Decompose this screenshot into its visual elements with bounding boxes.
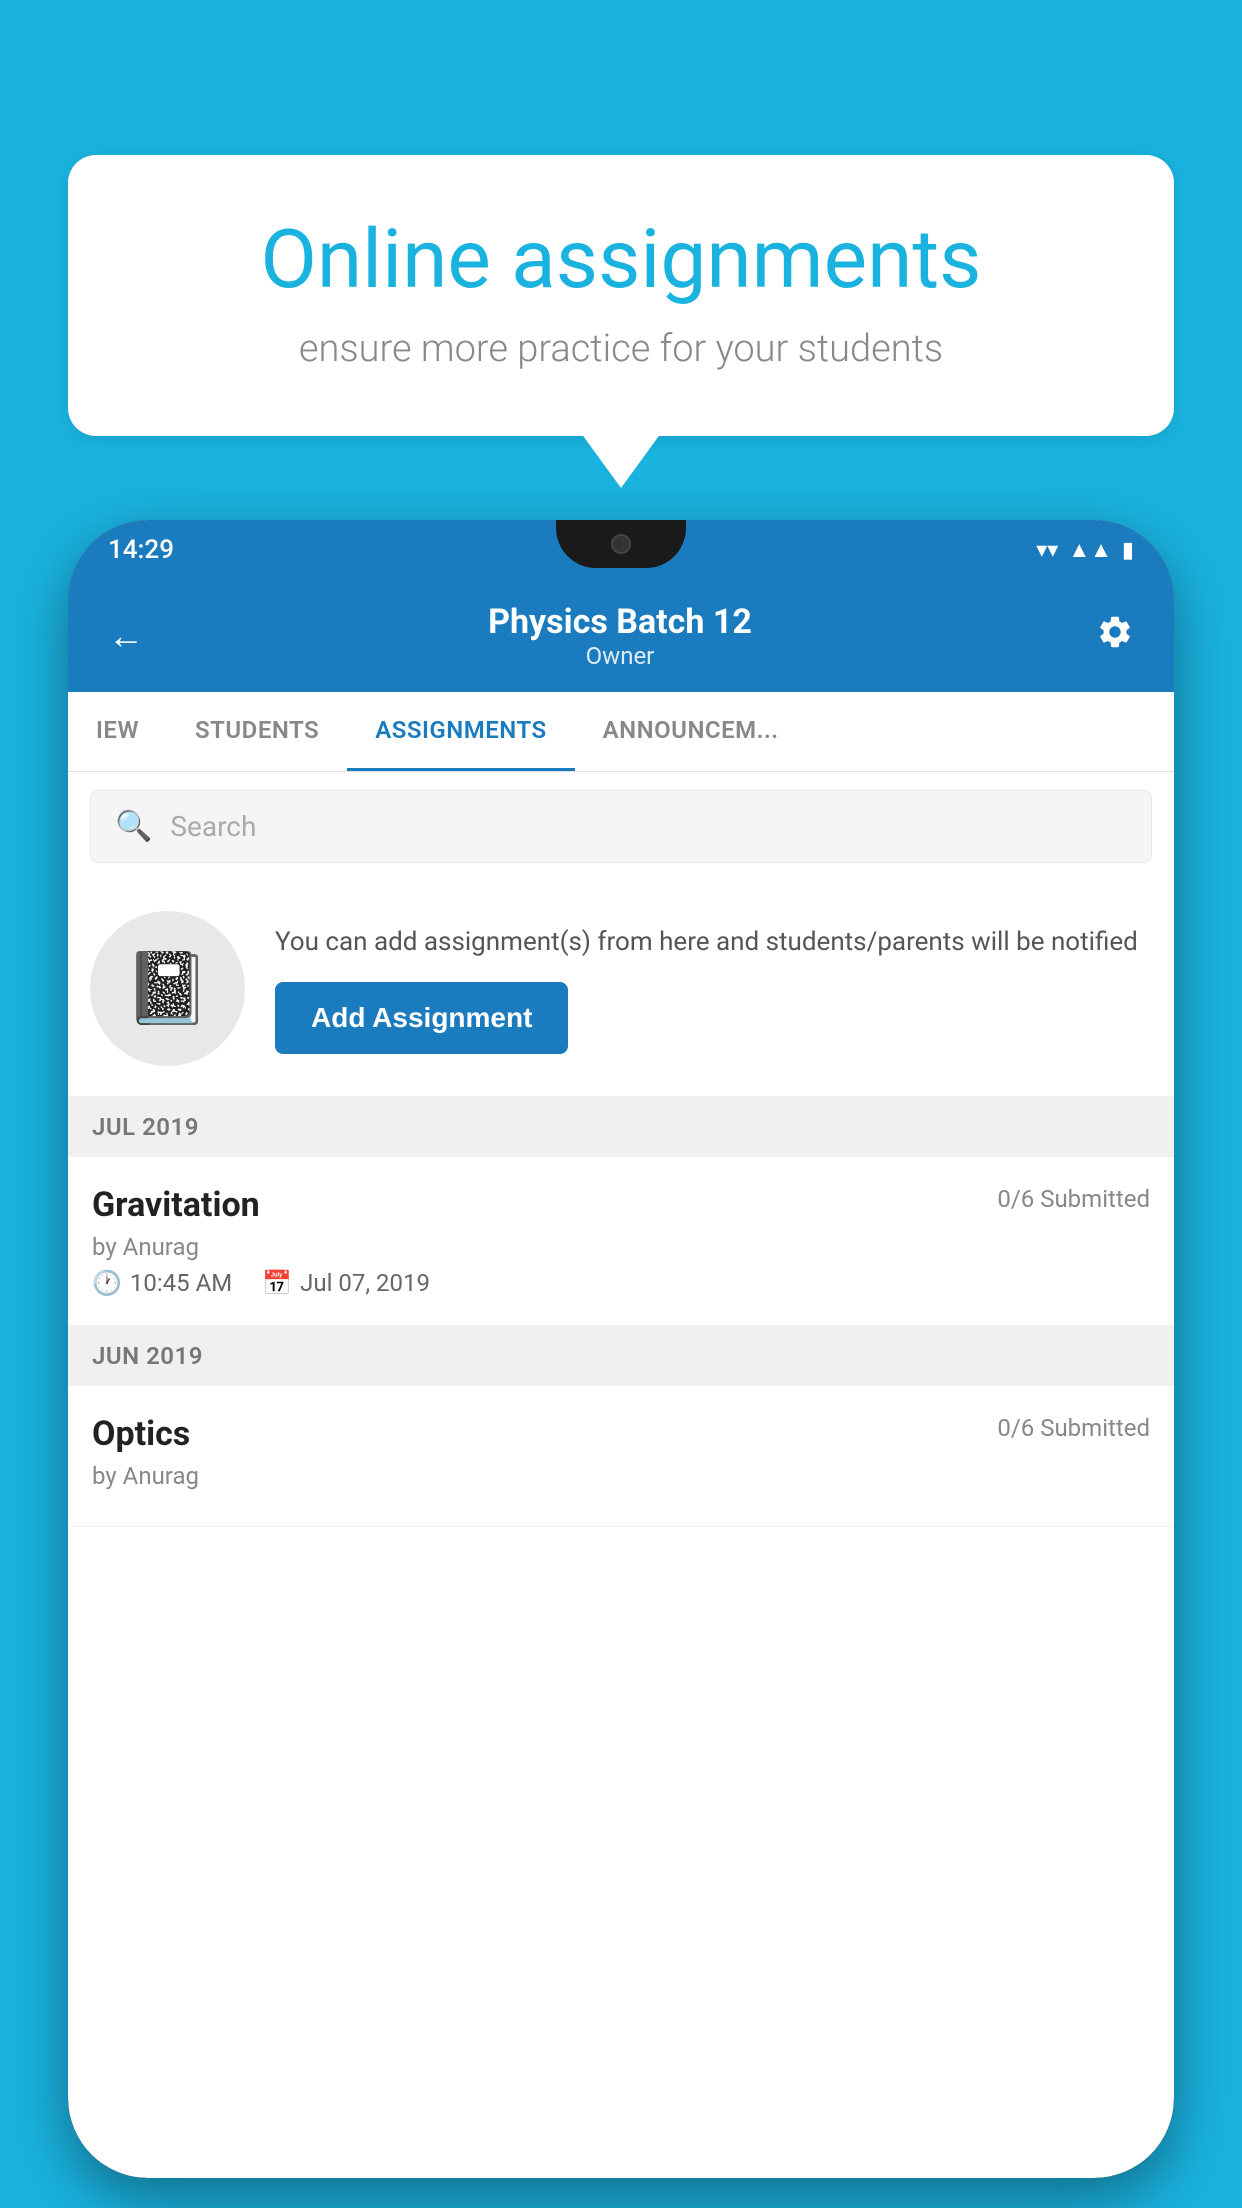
tab-announcements[interactable]: ANNOUNCEM... xyxy=(575,692,807,771)
calendar-icon: 📅 xyxy=(262,1269,292,1297)
assignment-item-gravitation[interactable]: Gravitation 0/6 Submitted by Anurag 🕐 10… xyxy=(68,1157,1174,1326)
bubble-title: Online assignments xyxy=(138,215,1104,305)
add-assignment-button[interactable]: Add Assignment xyxy=(275,982,568,1054)
assignment-time: 🕐 10:45 AM xyxy=(92,1269,232,1297)
tab-students[interactable]: STUDENTS xyxy=(167,692,347,771)
tab-iew[interactable]: IEW xyxy=(68,692,167,771)
status-time: 14:29 xyxy=(108,535,174,565)
header-title-group: Physics Batch 12 Owner xyxy=(488,602,752,670)
assignment-date: 📅 Jul 07, 2019 xyxy=(262,1269,430,1297)
battery-icon: ▮ xyxy=(1122,538,1134,563)
search-container: 🔍 Search xyxy=(68,772,1174,881)
phone-screen: 14:29 ▾▾ ▲▲ ▮ ← Physics Batch 12 Owner xyxy=(68,520,1174,2178)
assignment-title: Gravitation xyxy=(92,1185,260,1225)
app-header: ← Physics Batch 12 Owner xyxy=(68,580,1174,692)
assignment-submitted-optics: 0/6 Submitted xyxy=(997,1414,1150,1442)
assignment-by-optics: by Anurag xyxy=(92,1462,1150,1490)
search-placeholder: Search xyxy=(170,810,256,843)
status-icons: ▾▾ ▲▲ ▮ xyxy=(1036,537,1134,563)
section-header-jul: JUL 2019 xyxy=(68,1097,1174,1157)
speech-bubble: Online assignments ensure more practice … xyxy=(68,155,1174,436)
assignment-header-optics: Optics 0/6 Submitted xyxy=(92,1414,1150,1454)
signal-icon: ▲▲ xyxy=(1068,537,1112,563)
clock-icon: 🕐 xyxy=(92,1269,122,1297)
phone-frame: 14:29 ▾▾ ▲▲ ▮ ← Physics Batch 12 Owner xyxy=(68,520,1174,2178)
info-card: 📓 You can add assignment(s) from here an… xyxy=(68,881,1174,1097)
assignment-details: 🕐 10:45 AM 📅 Jul 07, 2019 xyxy=(92,1269,1150,1297)
tab-assignments[interactable]: ASSIGNMENTS xyxy=(347,692,574,771)
search-bar[interactable]: 🔍 Search xyxy=(90,790,1152,863)
assignment-icon-circle: 📓 xyxy=(90,911,245,1066)
settings-button[interactable] xyxy=(1096,613,1134,660)
bubble-subtitle: ensure more practice for your students xyxy=(138,327,1104,371)
speech-bubble-container: Online assignments ensure more practice … xyxy=(68,155,1174,436)
camera-icon xyxy=(611,534,631,554)
assignment-header: Gravitation 0/6 Submitted xyxy=(92,1185,1150,1225)
back-button[interactable]: ← xyxy=(108,615,144,657)
batch-title: Physics Batch 12 xyxy=(488,602,752,642)
info-text-group: You can add assignment(s) from here and … xyxy=(275,923,1152,1054)
tabs-bar: IEW STUDENTS ASSIGNMENTS ANNOUNCEM... xyxy=(68,692,1174,772)
status-bar: 14:29 ▾▾ ▲▲ ▮ xyxy=(68,520,1174,580)
assignment-submitted: 0/6 Submitted xyxy=(997,1185,1150,1213)
notch xyxy=(556,520,686,568)
assignment-title-optics: Optics xyxy=(92,1414,190,1454)
notebook-icon: 📓 xyxy=(124,948,211,1030)
wifi-icon: ▾▾ xyxy=(1036,538,1058,563)
section-header-jun: JUN 2019 xyxy=(68,1326,1174,1386)
assignment-by: by Anurag xyxy=(92,1233,1150,1261)
assignment-item-optics[interactable]: Optics 0/6 Submitted by Anurag xyxy=(68,1386,1174,1527)
search-icon: 🔍 xyxy=(115,809,152,844)
info-description: You can add assignment(s) from here and … xyxy=(275,923,1152,962)
batch-subtitle: Owner xyxy=(488,642,752,670)
